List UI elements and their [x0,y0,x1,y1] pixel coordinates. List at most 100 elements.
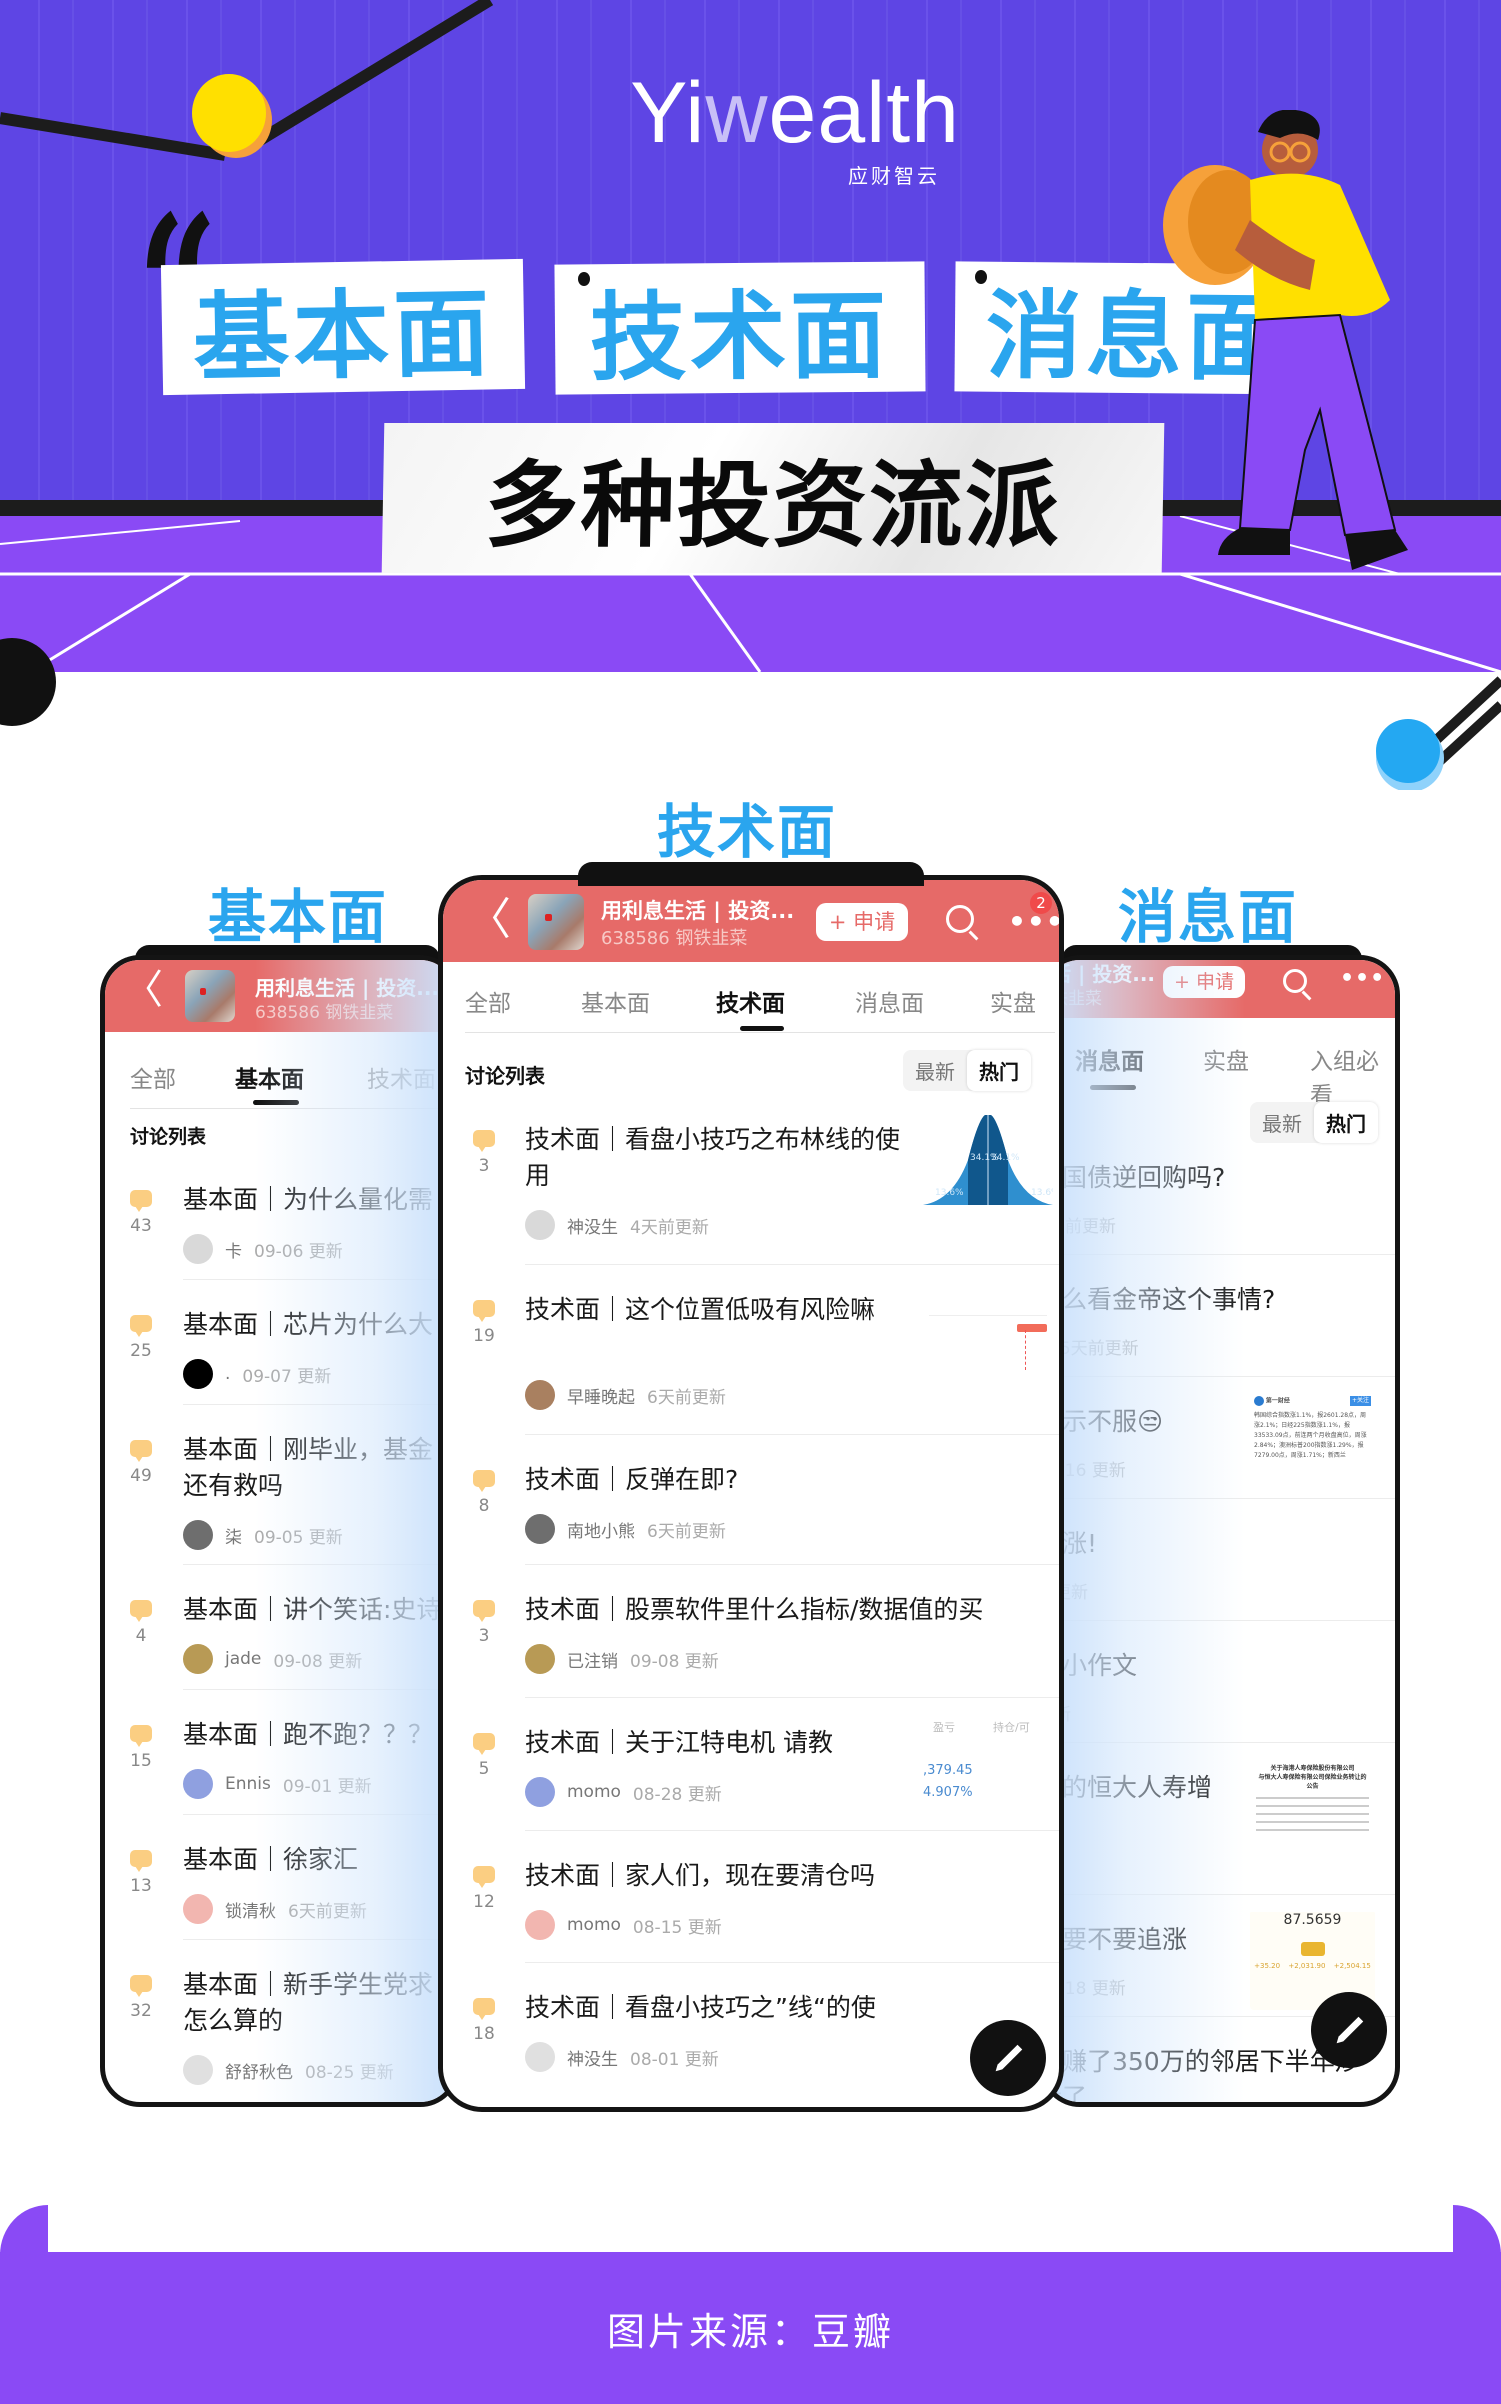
author-name[interactable]: momo [567,1782,621,1802]
author-avatar[interactable] [525,1910,555,1940]
tab-technical[interactable]: 技术面 [367,1060,436,1094]
sort-latest[interactable]: 最新 [1250,1102,1314,1143]
author-avatar[interactable] [525,1514,555,1544]
post-title[interactable]: 基本面｜徐家汇 [183,1842,448,1878]
post-title[interactable]: 技术面｜这个位置低吸有风险嘛 [525,1292,900,1328]
author-name[interactable]: 南地小熊 [567,1517,635,1542]
row-divider [183,1564,455,1565]
post-meta: 锁清秋 6天前更新 [183,1894,367,1924]
post-title[interactable]: 基本面｜为什么量化需 [183,1182,448,1218]
app-header: 〈 用利息生活 | 投资... 638586 钢铁韭菜 + 申请 ••• 2 [443,880,1059,962]
post-meta: 南地小熊 6天前更新 [525,1514,726,1544]
portfolio-preview: 盈亏 持仓/可 ,379.45 4.907% [923,1713,1053,1813]
post-title[interactable]: 技术面｜股票软件里什么指标/数据值的买 [525,1592,1045,1628]
more-icon[interactable]: ••• [1340,968,1385,990]
post-thumbnail-bell-curve-chart[interactable]: 34.1% 34.1% 13.6% 13.6% [923,1110,1053,1210]
comment-bubble-icon [473,1470,495,1492]
chart-label: 13.6% [1031,1188,1053,1198]
post-title[interactable]: 基本面｜讲个笑话:史诗 [183,1592,448,1628]
brand-name: Yiwealth [630,65,960,161]
author-name[interactable]: jade [225,1649,261,1669]
author-name[interactable]: momo [567,1915,621,1935]
author-avatar[interactable] [183,1894,213,1924]
post-title[interactable]: 基本面｜刚毕业，基金还有救吗 [183,1432,448,1504]
compose-button[interactable] [1311,1992,1387,2068]
comment-count: 32 [130,2001,152,2021]
author-avatar[interactable] [183,1520,213,1550]
author-name[interactable]: 柒 [225,1523,242,1548]
author-avatar[interactable] [525,2042,555,2072]
chart-label: 34.1% [991,1153,1020,1163]
author-name[interactable]: Ennis [225,1774,271,1794]
tab-fundamental[interactable]: 基本面 [581,984,650,1018]
author-avatar[interactable] [183,1769,213,1799]
tab-news[interactable]: 消息面 [1075,1042,1144,1076]
post-title[interactable]: 个小作文 [1045,1648,1367,1684]
apply-button[interactable]: + 申请 [1163,966,1245,998]
post-thumbnail-announcement-screenshot[interactable]: 关于海港人寿保险股份有限公司 与恒大人寿保险有限公司保险业务转让的公告 [1250,1758,1375,1858]
active-tab-indicator [253,1100,299,1105]
app-header: 活 | 投资... 铁韭菜 + 申请 ••• [1045,960,1395,1018]
author-name[interactable]: . [225,1364,230,1384]
post-meta: jade 09-08 更新 [183,1644,362,1674]
author-name[interactable]: 锁清秋 [225,1897,276,1922]
sort-hot[interactable]: 热门 [967,1050,1031,1091]
comment-count: 18 [473,2024,495,2044]
search-icon[interactable] [1283,969,1307,993]
author-avatar[interactable] [525,1210,555,1240]
compose-button[interactable] [970,2020,1046,2096]
author-name[interactable]: 卡 [225,1237,242,1262]
tab-news[interactable]: 消息面 [855,984,924,1018]
footer-corner [0,2205,48,2255]
thumb-value: +2,031.90 [1288,1962,1326,1970]
tab-live-trading[interactable]: 实盘 [990,984,1036,1018]
post-title[interactable]: 怎么看金帝这个事情? [1045,1282,1367,1318]
section-label-news: 消息面 [1118,883,1299,951]
post-title[interactable]: 技术面｜反弹在即? [525,1462,900,1498]
post-title[interactable]: 基本面｜跑不跑？？？ [183,1717,448,1753]
post-title[interactable]: 技术面｜看盘小技巧之布林线的使用 [525,1122,900,1194]
author-avatar[interactable] [183,2055,213,2085]
sort-latest[interactable]: 最新 [903,1050,967,1091]
back-icon[interactable]: 〈 [467,898,511,942]
thumb-value: 87.5659 [1283,1912,1342,1928]
post-title[interactable]: 票赚了350万的邻居下半年炒股了 [1045,2044,1367,2102]
yellow-ball [192,74,266,152]
tab-fundamental[interactable]: 基本面 [235,1060,304,1094]
apply-button[interactable]: + 申请 [816,903,908,941]
tab-all[interactable]: 全部 [465,984,511,1018]
post-thumbnail-portfolio-screenshot[interactable]: 盈亏 持仓/可 ,379.45 4.907% [923,1713,1053,1813]
author-name[interactable]: 已注销 [567,1647,618,1672]
comment-bubble-icon [473,1998,495,2020]
post-title[interactable]: 技术面｜关于江特电机 请教 [525,1725,900,1761]
post-title[interactable]: 技术面｜家人们，现在要清仓吗 [525,1858,900,1894]
post-thumbnail-news-screenshot[interactable]: 第一财经 +关注 韩国综合指数涨1.1%，报2601.28点，周涨2.1%；日经… [1250,1392,1375,1492]
author-name[interactable]: 神没生 [567,2045,618,2070]
post-title[interactable]: 基本面｜芯片为什么大 [183,1307,448,1343]
tab-must-read[interactable]: 入组必看 [1310,1042,1395,1110]
tab-all[interactable]: 全部 [130,1060,176,1094]
author-avatar[interactable] [183,1234,213,1264]
author-avatar[interactable] [525,1380,555,1410]
back-icon[interactable]: 〈 [123,970,163,1010]
sort-hot[interactable]: 热门 [1314,1102,1378,1143]
post-title[interactable]: 技术面｜看盘小技巧之”线“的使用 [525,1990,900,2026]
author-name[interactable]: 舒舒秋色 [225,2058,293,2083]
author-avatar[interactable] [525,1644,555,1674]
tab-live-trading[interactable]: 实盘 [1203,1042,1249,1076]
post-title[interactable]: 基本面｜新手学生党求怎么算的 [183,1967,448,2039]
row-divider [1045,1254,1395,1255]
author-avatar[interactable] [183,1359,213,1389]
author-name[interactable]: 神没生 [567,1213,618,1238]
tab-technical[interactable]: 技术面 [716,984,785,1018]
author-name[interactable]: 早睡晚起 [567,1383,635,1408]
row-divider [525,1830,1059,1831]
row-divider [1045,1498,1395,1499]
search-icon[interactable] [946,905,974,933]
group-title: 活 | 投资... [1051,962,1156,986]
author-avatar[interactable] [183,1644,213,1674]
post-title[interactable]: 买国债逆回购吗? [1045,1160,1367,1196]
author-avatar[interactable] [525,1777,555,1807]
post-title[interactable]: 必涨! [1045,1526,1367,1562]
post-thumbnail-stock-quote-screenshot[interactable] [923,1280,1053,1380]
